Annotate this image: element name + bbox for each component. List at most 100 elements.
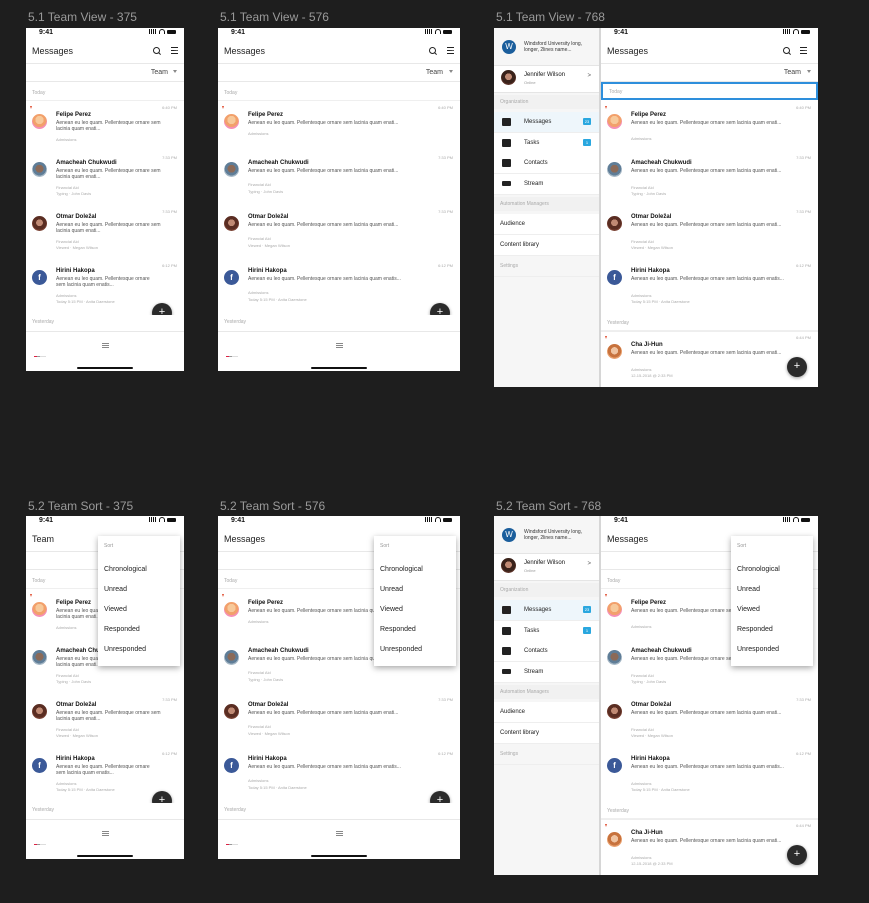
list-item[interactable]: 7:33 PM Amacheah Chukwudi Aenean eu leo … — [601, 152, 818, 206]
avatar — [32, 162, 47, 177]
message-time: 6:40 PM — [162, 105, 177, 110]
user-profile[interactable]: Jennifer Wilson Online > — [494, 65, 599, 93]
drawer-item-content-library[interactable]: Content library — [494, 723, 599, 744]
contact-name: Hirini Hakopa — [56, 756, 95, 762]
sort-option-unresponded[interactable]: Unresponded — [104, 646, 146, 653]
contact-name: Amacheah Chukwudi — [248, 648, 309, 654]
unread-badge: 23 — [583, 118, 591, 125]
status-time: 9:41 — [614, 29, 629, 36]
list-item[interactable]: 7:33 PM Amacheah Chukwudi Aenean eu leo … — [218, 152, 460, 206]
list-item[interactable]: 7:33 PM Otmar Doležal Aenean eu leo quam… — [601, 694, 818, 748]
message-status: Typing · John Davis — [631, 191, 667, 196]
list-item[interactable]: 7:33 PM Otmar Doležal Aenean eu leo quam… — [26, 694, 184, 748]
menu-icon[interactable] — [336, 831, 343, 836]
message-team: Admissions — [631, 293, 652, 298]
avatar — [224, 602, 239, 617]
sort-option-unresponded[interactable]: Unresponded — [737, 646, 779, 653]
sort-option-viewed[interactable]: Viewed — [380, 606, 403, 613]
team-selector[interactable]: Team — [26, 64, 184, 82]
contact-name: Felipe Perez — [56, 600, 92, 606]
list-item[interactable]: 7:33 PM Otmar Doležal Aenean eu leo quam… — [601, 206, 818, 260]
message-preview: Aenean eu leo quam. Pellentesque ornare … — [631, 222, 782, 228]
list-item[interactable]: 6:12 PM Hirini Hakopa Aenean eu leo quam… — [218, 748, 460, 802]
contact-name: Felipe Perez — [248, 112, 284, 118]
sort-icon[interactable] — [447, 47, 454, 54]
drawer-item-audience[interactable]: Audience — [494, 214, 599, 235]
list-item[interactable]: 6:44 PM Cha Ji-Hun Aenean eu leo quam. P… — [601, 331, 818, 387]
bottom-bar — [26, 331, 184, 371]
list-item[interactable]: 7:33 PM Amacheah Chukwudi Aenean eu leo … — [26, 152, 184, 206]
drawer-item-settings[interactable]: Settings — [494, 256, 599, 277]
stream-icon — [502, 181, 511, 186]
drawer-item-stream[interactable]: Stream — [494, 174, 599, 195]
list-item[interactable]: 7:33 PM Otmar Doležal Aenean eu leo quam… — [218, 206, 460, 260]
frame-label-team-view-576: 5.1 Team View - 576 — [220, 10, 329, 24]
drawer-item-content-library[interactable]: Content library — [494, 235, 599, 256]
facebook-icon — [32, 270, 47, 285]
app-bar: Messages — [26, 37, 184, 64]
list-item[interactable]: 6:12 PM Hirini Hakopa Aenean eu leo quam… — [218, 260, 460, 314]
list-item[interactable]: 7:33 PM Otmar Doležal Aenean eu leo quam… — [218, 694, 460, 748]
sort-option-chronological[interactable]: Chronological — [737, 566, 780, 573]
compose-button[interactable]: + — [787, 845, 807, 865]
menu-icon[interactable] — [336, 343, 343, 348]
message-time: 6:44 PM — [796, 823, 811, 828]
drawer-item-contacts[interactable]: Contacts — [494, 641, 599, 662]
list-item[interactable]: 6:12 PM Hirini Hakopa Aenean eu leo quam… — [601, 260, 818, 314]
sort-option-chronological[interactable]: Chronological — [380, 566, 423, 573]
list-item[interactable]: 6:40 PM Felipe Perez Aenean eu leo quam.… — [26, 102, 184, 152]
avatar — [607, 344, 622, 359]
sort-option-unread[interactable]: Unread — [737, 586, 760, 593]
wifi-icon — [159, 517, 165, 522]
message-time: 6:12 PM — [162, 751, 177, 756]
drawer-item-stream[interactable]: Stream — [494, 662, 599, 683]
drawer-item-messages[interactable]: Messages 23 — [494, 600, 599, 621]
avatar — [501, 558, 516, 573]
compose-button[interactable]: + — [787, 357, 807, 377]
facebook-icon — [32, 758, 47, 773]
list-item[interactable]: 6:44 PM Cha Ji-Hun Aenean eu leo quam. P… — [601, 819, 818, 875]
chevron-down-icon — [449, 70, 453, 73]
sort-option-unread[interactable]: Unread — [380, 586, 403, 593]
app-bar: Messages — [601, 37, 818, 64]
list-item[interactable]: 6:40 PM Felipe Perez Aenean eu leo quam.… — [218, 102, 460, 152]
search-icon[interactable] — [783, 47, 790, 54]
university-logo — [502, 40, 516, 54]
sort-option-viewed[interactable]: Viewed — [104, 606, 127, 613]
sort-option-unread[interactable]: Unread — [104, 586, 127, 593]
message-team: Admissions — [56, 781, 77, 786]
drawer-item-audience[interactable]: Audience — [494, 702, 599, 723]
team-selector[interactable]: Team — [218, 64, 460, 82]
menu-icon[interactable] — [102, 831, 109, 836]
battery-icon — [167, 29, 176, 34]
flag-icon — [605, 336, 607, 339]
sort-icon[interactable] — [800, 47, 807, 54]
inbox-icon — [502, 606, 511, 614]
list-item[interactable]: 7:33 PM Otmar Doležal Aenean eu leo quam… — [26, 206, 184, 260]
sort-option-viewed[interactable]: Viewed — [737, 606, 760, 613]
sort-icon[interactable] — [171, 47, 178, 54]
sort-option-chronological[interactable]: Chronological — [104, 566, 147, 573]
team-selector[interactable]: Team — [601, 64, 818, 82]
drawer-item-tasks[interactable]: Tasks 1 — [494, 133, 599, 154]
wifi-icon — [159, 29, 165, 34]
drawer-item-contacts[interactable]: Contacts — [494, 153, 599, 174]
user-name: Jennifer Wilson — [524, 560, 566, 566]
user-profile[interactable]: Jennifer Wilson Online > — [494, 553, 599, 581]
drawer-item-messages[interactable]: Messages 23 — [494, 112, 599, 133]
drawer-item-tasks[interactable]: Tasks 1 — [494, 621, 599, 642]
menu-icon[interactable] — [102, 343, 109, 348]
list-item[interactable]: 6:12 PM Hirini Hakopa Aenean eu leo quam… — [601, 748, 818, 802]
message-status: Today 5:15 PM · Anita Daerstone — [56, 299, 115, 304]
user-status: Online — [524, 80, 536, 85]
sort-option-unresponded[interactable]: Unresponded — [380, 646, 422, 653]
search-icon[interactable] — [153, 47, 160, 54]
search-icon[interactable] — [429, 47, 436, 54]
team-selector-value: Team — [783, 69, 801, 76]
sort-option-responded[interactable]: Responded — [104, 626, 140, 633]
sort-option-responded[interactable]: Responded — [737, 626, 773, 633]
avatar — [32, 602, 47, 617]
list-item[interactable]: 6:40 PM Felipe Perez Aenean eu leo quam.… — [601, 102, 818, 152]
drawer-item-settings[interactable]: Settings — [494, 744, 599, 765]
sort-option-responded[interactable]: Responded — [380, 626, 416, 633]
